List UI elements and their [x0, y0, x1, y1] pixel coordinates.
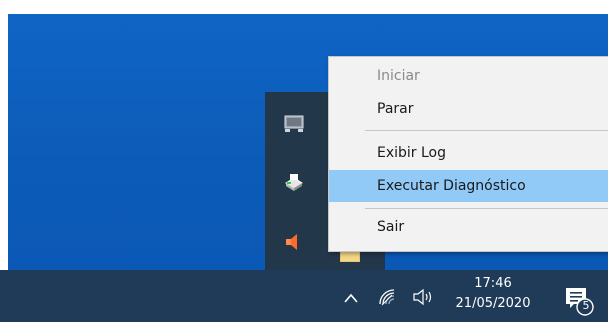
menu-item-sair[interactable]: Sair	[329, 211, 608, 243]
menu-item-label: Executar Diagnóstico	[377, 178, 526, 194]
monitor-icon[interactable]	[283, 114, 305, 136]
notification-count-badge: 5	[582, 299, 590, 312]
menu-item-executar-diagnostico[interactable]: Executar Diagnóstico	[329, 170, 608, 202]
menu-item-exibir-log[interactable]: Exibir Log	[329, 137, 608, 169]
menu-item-label: Iniciar	[377, 68, 420, 84]
menu-item-iniciar[interactable]: Iniciar	[329, 60, 608, 92]
speaker-muted-icon[interactable]	[283, 231, 305, 253]
menu-item-label: Sair	[377, 219, 405, 235]
tray-context-menu: Iniciar Parar Exibir Log Executar Diagnó…	[328, 56, 608, 252]
clock-time: 17:46	[474, 276, 512, 291]
clock-date: 21/05/2020	[455, 296, 531, 311]
printer-app-icon[interactable]	[283, 171, 305, 193]
menu-item-parar[interactable]: Parar	[329, 93, 608, 125]
menu-separator	[365, 130, 608, 131]
chevron-up-icon[interactable]	[342, 290, 360, 304]
menu-item-label: Exibir Log	[377, 145, 447, 161]
wifi-icon[interactable]	[377, 287, 399, 307]
taskbar-clock[interactable]: 17:46 21/05/2020	[444, 274, 542, 314]
menu-item-label: Parar	[377, 101, 414, 117]
screenshot-frame-top	[0, 0, 608, 14]
volume-icon[interactable]	[411, 287, 435, 307]
menu-separator	[365, 208, 608, 209]
